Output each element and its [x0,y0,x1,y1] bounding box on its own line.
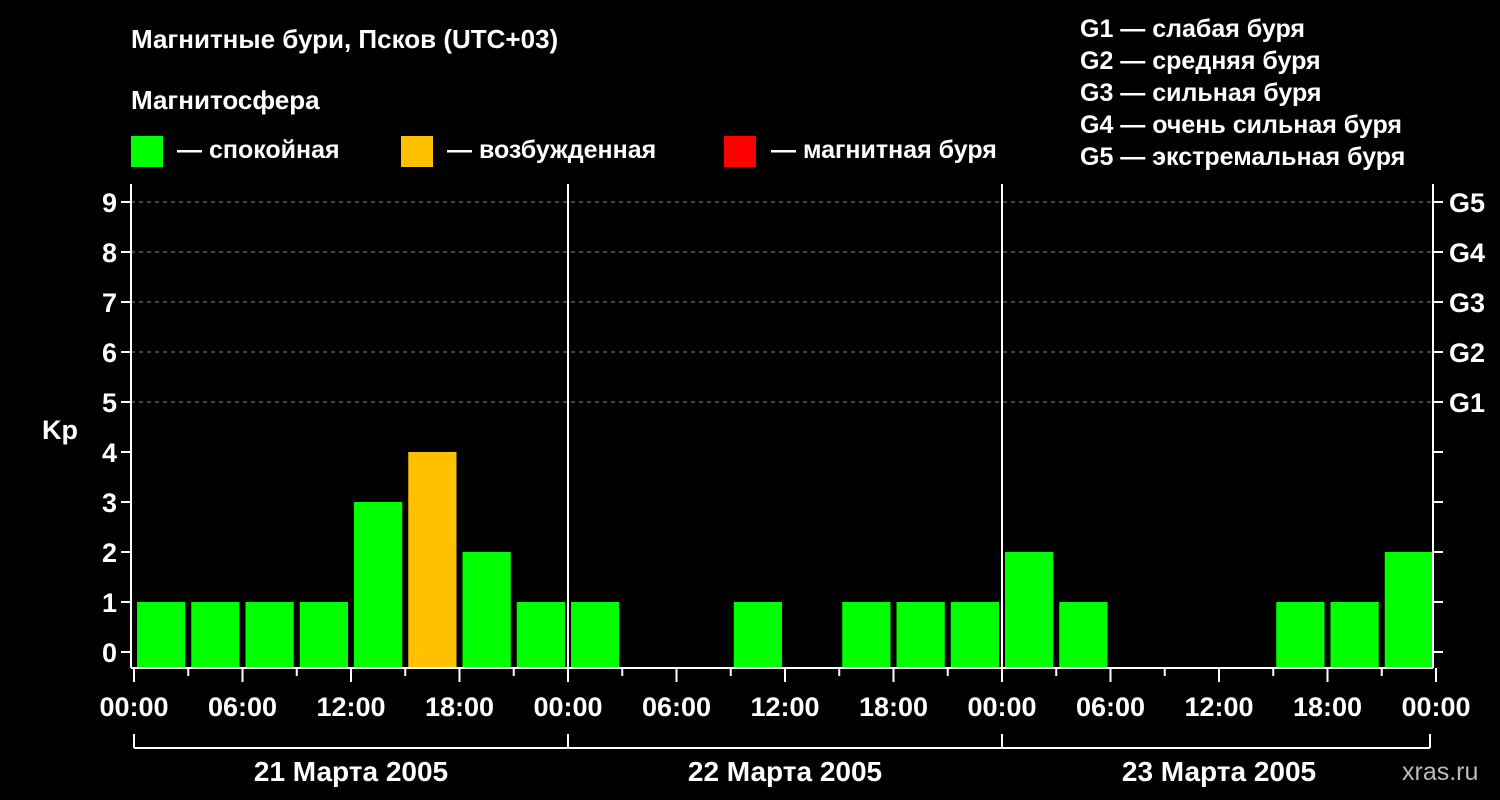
kp-bar [462,552,511,668]
kp-bar [191,602,240,668]
legend-label-storm: — магнитная буря [771,136,997,164]
x-tick-label: 12:00 [1184,692,1253,722]
kp-bar [950,602,999,668]
g-level-label: G2 [1449,338,1485,368]
storm-level-g3: G3 — сильная буря [1080,79,1322,107]
kp-bar [842,602,891,668]
kp-bar [408,452,457,668]
kp-bar [571,602,620,668]
x-tick-label: 00:00 [967,692,1036,722]
x-tick-label: 18:00 [425,692,494,722]
kp-bar [354,502,403,668]
g-level-label: G3 [1449,288,1485,318]
legend-swatch-active [401,136,433,167]
legend-swatch-quiet [131,136,163,167]
legend-label-quiet: — спокойная [177,136,340,164]
storm-level-g2: G2 — средняя буря [1080,47,1321,75]
kp-bar [1384,552,1433,668]
g-level-label: G1 [1449,388,1485,418]
legend-heading: Магнитосфера [131,85,320,115]
kp-bar [733,602,782,668]
kp-bar [299,602,348,668]
y-tick-label: 1 [102,588,117,618]
y-tick-label: 0 [102,638,117,668]
kp-bar [1276,602,1325,668]
y-tick-label: 8 [102,238,117,268]
x-tick-label: 12:00 [750,692,819,722]
y-axis-label: Kp [42,415,78,445]
plot-area: 0 1 2 3 4 5 6 7 8 9 G1 G2 G3 G4 G5 00:00 06:00 12:00 18:00… [99,184,1485,787]
x-tick-label: 00:00 [533,692,602,722]
y-tick-label: 6 [102,338,117,368]
storm-level-g4: G4 — очень сильная буря [1080,111,1402,139]
x-tick-label: 06:00 [1076,692,1145,722]
watermark: xras.ru [1402,758,1478,786]
y-tick-label: 9 [102,188,117,218]
chart-title: Магнитные бури, Псков (UTC+03) [131,24,558,54]
y-tick-label: 2 [102,538,117,568]
y-tick-label: 3 [102,488,117,518]
g-level-label: G5 [1449,188,1485,218]
kp-bar [896,602,945,668]
legend-swatch-storm [724,136,756,167]
kp-bar [1330,602,1379,668]
g-level-label: G4 [1449,238,1485,268]
y-tick-label: 7 [102,288,117,318]
day-label: 23 Марта 2005 [1122,756,1316,787]
x-tick-label: 18:00 [859,692,928,722]
x-tick-label: 06:00 [208,692,277,722]
legend-label-active: — возбужденная [447,136,656,164]
y-tick-label: 5 [102,388,117,418]
day-label: 22 Марта 2005 [688,756,882,787]
kp-chart: Магнитные бури, Псков (UTC+03) Магнитосф… [42,15,1485,787]
kp-bar [245,602,294,668]
storm-level-g5: G5 — экстремальная буря [1080,143,1405,171]
x-tick-label: 12:00 [316,692,385,722]
y-tick-label: 4 [102,438,117,468]
x-tick-label: 06:00 [642,692,711,722]
x-tick-label: 00:00 [99,692,168,722]
x-tick-label: 18:00 [1293,692,1362,722]
kp-bar [137,602,186,668]
x-tick-label: 00:00 [1401,692,1470,722]
kp-bar [1059,602,1108,668]
kp-bar [516,602,565,668]
kp-bar [1005,552,1054,668]
storm-level-g1: G1 — слабая буря [1080,15,1305,43]
day-label: 21 Марта 2005 [254,756,448,787]
